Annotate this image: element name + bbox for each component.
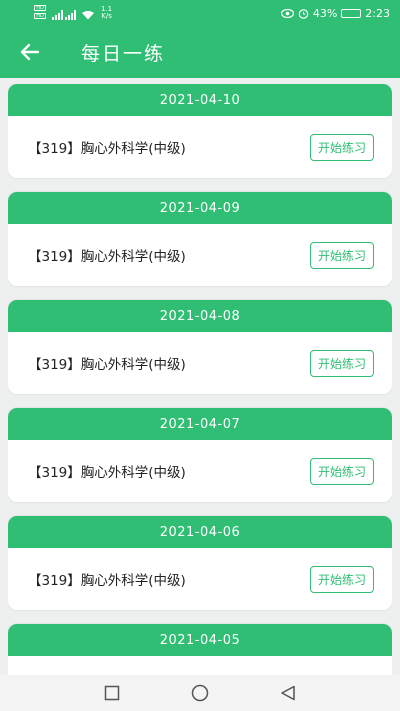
start-practice-button[interactable]: 开始练习	[309, 457, 374, 485]
signal-icons: 1.1 K/s	[52, 6, 112, 20]
card-subject: 【319】胸心外科学(中级)	[28, 573, 186, 589]
page-title: 每日一练	[81, 42, 166, 65]
card-body: 【319】胸心外科学(中级) 开始练习	[8, 440, 392, 502]
status-bar-right: 43% 2:23	[280, 6, 390, 20]
battery-percent: 43%	[312, 6, 338, 20]
card-body: 【319】胸心外科学(中级) 开始练习	[8, 116, 392, 178]
practice-list[interactable]: 2021-04-10 【319】胸心外科学(中级) 开始练习 2021-04-0…	[8, 84, 392, 675]
card-body: 【319】胸心外科学(中级) 开始练习	[8, 332, 392, 394]
square-icon	[104, 685, 120, 701]
practice-card: 2021-04-10 【319】胸心外科学(中级) 开始练习	[8, 84, 392, 178]
card-date: 2021-04-09	[8, 192, 392, 224]
wifi-icon	[82, 11, 94, 20]
practice-card: 2021-04-09 【319】胸心外科学(中级) 开始练习	[8, 192, 392, 286]
signal-icon	[52, 10, 63, 20]
card-body	[8, 656, 392, 675]
network-speed: 1.1 K/s	[101, 6, 112, 20]
card-date: 2021-04-10	[8, 84, 392, 116]
start-practice-button[interactable]: 开始练习	[309, 133, 374, 161]
arrow-left-icon	[20, 43, 40, 61]
card-body: 【319】胸心外科学(中级) 开始练习	[8, 224, 392, 286]
card-body: 【319】胸心外科学(中级) 开始练习	[8, 548, 392, 610]
app-bar: 每日一练	[0, 26, 400, 78]
clock: 2:23	[365, 6, 390, 20]
card-subject: 【319】胸心外科学(中级)	[28, 357, 186, 373]
practice-card: 2021-04-07 【319】胸心外科学(中级) 开始练习	[8, 408, 392, 502]
home-button[interactable]	[186, 679, 214, 707]
eye-icon	[280, 8, 294, 18]
card-date: 2021-04-06	[8, 516, 392, 548]
card-date: 2021-04-08	[8, 300, 392, 332]
card-date: 2021-04-05	[8, 624, 392, 656]
practice-card: 2021-04-06 【319】胸心外科学(中级) 开始练习	[8, 516, 392, 610]
back-button[interactable]	[0, 26, 60, 78]
status-bar-left: HD HD 1.1 K/s	[34, 5, 112, 21]
card-date: 2021-04-07	[8, 408, 392, 440]
practice-card: 2021-04-08 【319】胸心外科学(中级) 开始练习	[8, 300, 392, 394]
battery-icon	[341, 8, 362, 18]
start-practice-button[interactable]: 开始练习	[309, 349, 374, 377]
practice-card: 2021-04-05	[8, 624, 392, 675]
nav-back-button[interactable]	[274, 679, 302, 707]
card-subject: 【319】胸心外科学(中级)	[28, 249, 186, 265]
system-nav-bar	[0, 675, 400, 711]
start-practice-button[interactable]: 开始练习	[309, 565, 374, 593]
alarm-icon	[298, 8, 309, 19]
recent-apps-button[interactable]	[98, 679, 126, 707]
status-bar: HD HD 1.1 K/s 43% 2:23	[0, 0, 400, 26]
signal-icon	[65, 10, 76, 20]
triangle-icon	[281, 685, 295, 701]
card-subject: 【319】胸心外科学(中级)	[28, 465, 186, 481]
card-subject: 【319】胸心外科学(中级)	[28, 141, 186, 157]
start-practice-button[interactable]: 开始练习	[309, 241, 374, 269]
circle-icon	[191, 684, 209, 702]
network-speed-unit: K/s	[101, 12, 112, 20]
sim-icon: HD HD	[34, 5, 48, 21]
